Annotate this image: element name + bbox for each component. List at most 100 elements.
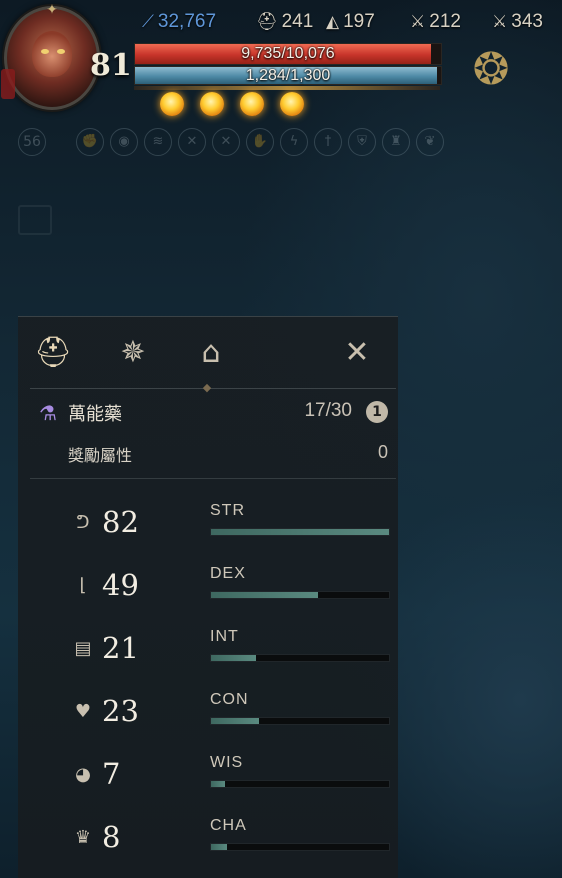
portrait-ornament [1, 69, 15, 99]
stat-a-display: ◭ 197 [326, 10, 375, 34]
portrait-crown-icon: ✦ [46, 2, 58, 18]
feather-icon: ⟋ [142, 12, 154, 31]
attribute-bar [210, 591, 390, 599]
crown-icon: ♛ [74, 827, 92, 848]
potion-count: 17/30 [304, 400, 352, 421]
energy-orb [160, 92, 184, 116]
attribute-value: 23 [102, 694, 139, 728]
stat-c-display: ⚔ 343 [492, 10, 543, 34]
stat-c-value: 343 [511, 11, 543, 32]
potion-row: ⚗ 萬能藥 17/30 1 [38, 398, 392, 428]
armor-value: 241 [281, 11, 314, 32]
buff-cross-icon: ✕ [178, 128, 206, 156]
attribute-bar-fill [211, 529, 389, 535]
bonus-label: 獎勵屬性 [68, 446, 133, 465]
character-level: 81 [90, 48, 132, 83]
attribute-value: 49 [102, 568, 139, 602]
bonus-value: 0 [377, 442, 388, 462]
house-icon: ⌂ [201, 335, 221, 370]
attribute-value: 82 [102, 505, 139, 539]
potion-label: 萬能藥 [68, 404, 122, 425]
attribute-name: WIS [210, 754, 244, 771]
buff-ring-icon: ◉ [110, 128, 138, 156]
attribute-bar [210, 843, 390, 851]
stat-b-value: 212 [429, 11, 461, 32]
buff-sword-icon: † [314, 128, 342, 156]
book-icon: ▤ [74, 638, 92, 659]
muscle-arm-icon: ᕤ [76, 512, 90, 533]
attribute-name: STR [210, 502, 245, 519]
portrait-eye-right [57, 49, 65, 54]
bar-trim [134, 86, 440, 90]
hp-text: 9,735/10,076 [241, 45, 335, 62]
faded-frame-icon [18, 205, 52, 235]
attribute-value: 21 [102, 631, 139, 665]
buff-row: 56 ✊ ◉ ≋ ✕ ✕ ✋ ϟ † ⛨ ♜ ❦ [18, 128, 444, 156]
armor-display: ⛑ 241 [256, 10, 313, 34]
attribute-name: CHA [210, 817, 247, 834]
attribute-bar [210, 780, 390, 788]
attribute-bar-fill [211, 781, 226, 787]
attribute-value: 7 [102, 757, 121, 791]
character-portrait[interactable]: ✦ [1, 2, 100, 110]
buff-shield-icon: ⛨ [348, 128, 376, 156]
mp-text: 1,284/1,300 [245, 67, 331, 84]
attribute-row-int: ▤ 21 INT [70, 628, 390, 672]
helmet-icon: ⛑ [256, 12, 278, 31]
close-icon: ✕ [344, 335, 370, 370]
buff-leaf-icon: ❦ [416, 128, 444, 156]
mp-bar: 1,284/1,300 [134, 66, 442, 85]
dual-swords-icon: ⚔ [492, 12, 508, 31]
attribute-row-cha: ♛ 8 CHA [70, 817, 390, 861]
potion-icon: ⚗ [39, 401, 57, 425]
buff-fist-icon: ✊ [76, 128, 104, 156]
stat-a-value: 197 [343, 11, 375, 32]
heart-beat-icon: ♥ [74, 701, 92, 722]
info-icon[interactable]: 1 [366, 401, 388, 423]
helmet-icon: ⛑ [33, 335, 73, 370]
tab-housing[interactable]: ⌂ [186, 328, 236, 378]
monkey-face-icon [32, 31, 72, 77]
energy-orbs [160, 92, 304, 116]
energy-orb [240, 92, 264, 116]
attribute-bar [210, 717, 390, 725]
buff-bolt-icon: ϟ [280, 128, 308, 156]
boot-icon: ⌊ [79, 575, 87, 596]
attribute-name: DEX [210, 565, 246, 582]
close-button[interactable]: ✕ [332, 328, 382, 378]
panel-tabs: ⛑ ✵ ⌂ ✕ [18, 318, 398, 386]
tab-skills[interactable]: ✵ [108, 328, 158, 378]
attribute-bar-fill [211, 844, 228, 850]
attribute-bar-fill [211, 655, 256, 661]
tab-character[interactable]: ⛑ [28, 328, 78, 378]
guild-emblem-icon[interactable]: ❂ [456, 40, 526, 100]
buff-wind-icon: ≋ [144, 128, 172, 156]
attribute-bar-fill [211, 592, 318, 598]
panel-top-border [18, 316, 398, 317]
attribute-row-dex: ⌊ 49 DEX [70, 565, 390, 609]
hp-bar: 9,735/10,076 [134, 43, 442, 65]
portrait-eye-left [41, 49, 49, 54]
buff-swords-icon: ✕ [212, 128, 240, 156]
attribute-row-str: ᕤ 82 STR [70, 502, 390, 546]
stat-b-display: ⚔ 212 [410, 10, 461, 34]
attribute-row-wis: ◕ 7 WIS [70, 754, 390, 798]
attribute-bar-fill [211, 718, 260, 724]
attribute-value: 8 [102, 820, 121, 854]
attribute-name: INT [210, 628, 239, 645]
attribute-name: CON [210, 691, 249, 708]
compass-star-icon: ✵ [120, 335, 146, 370]
attribute-row-con: ♥ 23 CON [70, 691, 390, 735]
hat-icon: ◭ [326, 12, 340, 31]
bonus-row: 獎勵屬性 0 [38, 440, 392, 468]
sword-icon: ⚔ [410, 12, 426, 31]
buff-tower-icon: ♜ [382, 128, 410, 156]
mind-head-icon: ◕ [75, 764, 91, 785]
energy-orb [280, 92, 304, 116]
energy-orb [200, 92, 224, 116]
currency-value: 32,767 [157, 11, 217, 32]
buff-count: 56 [18, 128, 46, 156]
currency-display: ⟋ 32,767 [142, 10, 216, 34]
divider-ornament-icon: ◆ [202, 381, 212, 394]
attribute-bar [210, 528, 390, 536]
